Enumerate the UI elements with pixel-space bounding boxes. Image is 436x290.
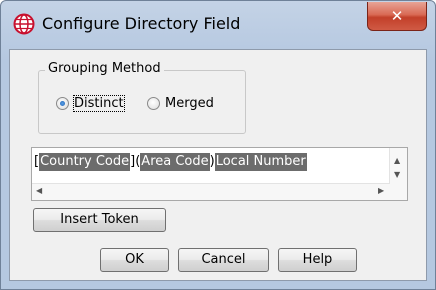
vertical-scrollbar[interactable]: ▲ ▼: [389, 148, 407, 200]
close-icon: ✕: [390, 6, 404, 25]
scroll-up-icon[interactable]: ▲: [394, 157, 400, 165]
radio-merged-label[interactable]: Merged: [165, 96, 214, 111]
insert-token-button[interactable]: Insert Token: [33, 208, 166, 232]
close-button[interactable]: ✕: [367, 2, 427, 31]
radio-merged-indicator[interactable]: [147, 97, 160, 110]
horizontal-scrollbar[interactable]: ◀ ▶: [32, 183, 390, 200]
radio-distinct-label[interactable]: Distinct: [73, 95, 125, 112]
token-editor[interactable]: [ Country Code ]( Area Code ) Local Numb…: [31, 147, 408, 201]
grouping-method-legend: Grouping Method: [45, 61, 164, 76]
cancel-button[interactable]: Cancel: [178, 248, 269, 272]
radio-merged[interactable]: Merged: [147, 96, 214, 111]
scroll-left-icon[interactable]: ◀: [36, 187, 42, 195]
help-button[interactable]: Help: [278, 248, 357, 272]
ok-button[interactable]: OK: [100, 248, 169, 272]
dialog-window: Configure Directory Field ✕ Grouping Met…: [0, 0, 436, 290]
radio-distinct-indicator[interactable]: [56, 97, 69, 110]
window-title: Configure Directory Field: [42, 14, 241, 33]
token-local-number[interactable]: Local Number: [214, 153, 307, 171]
editor-text-bracket-mid: ](: [130, 154, 141, 169]
token-country-code[interactable]: Country Code: [39, 153, 131, 171]
scroll-down-icon[interactable]: ▼: [394, 171, 400, 179]
scroll-right-icon[interactable]: ▶: [378, 187, 384, 195]
token-area-code[interactable]: Area Code: [140, 153, 210, 171]
grouping-method-group: Grouping Method Distinct Merged: [38, 61, 246, 134]
radio-distinct[interactable]: Distinct: [56, 95, 125, 112]
title-bar[interactable]: Configure Directory Field ✕: [1, 1, 435, 51]
dialog-body: Grouping Method Distinct Merged [ Countr…: [9, 49, 427, 281]
globe-icon: [13, 13, 35, 35]
editor-text-line[interactable]: [ Country Code ]( Area Code ) Local Numb…: [34, 153, 307, 171]
